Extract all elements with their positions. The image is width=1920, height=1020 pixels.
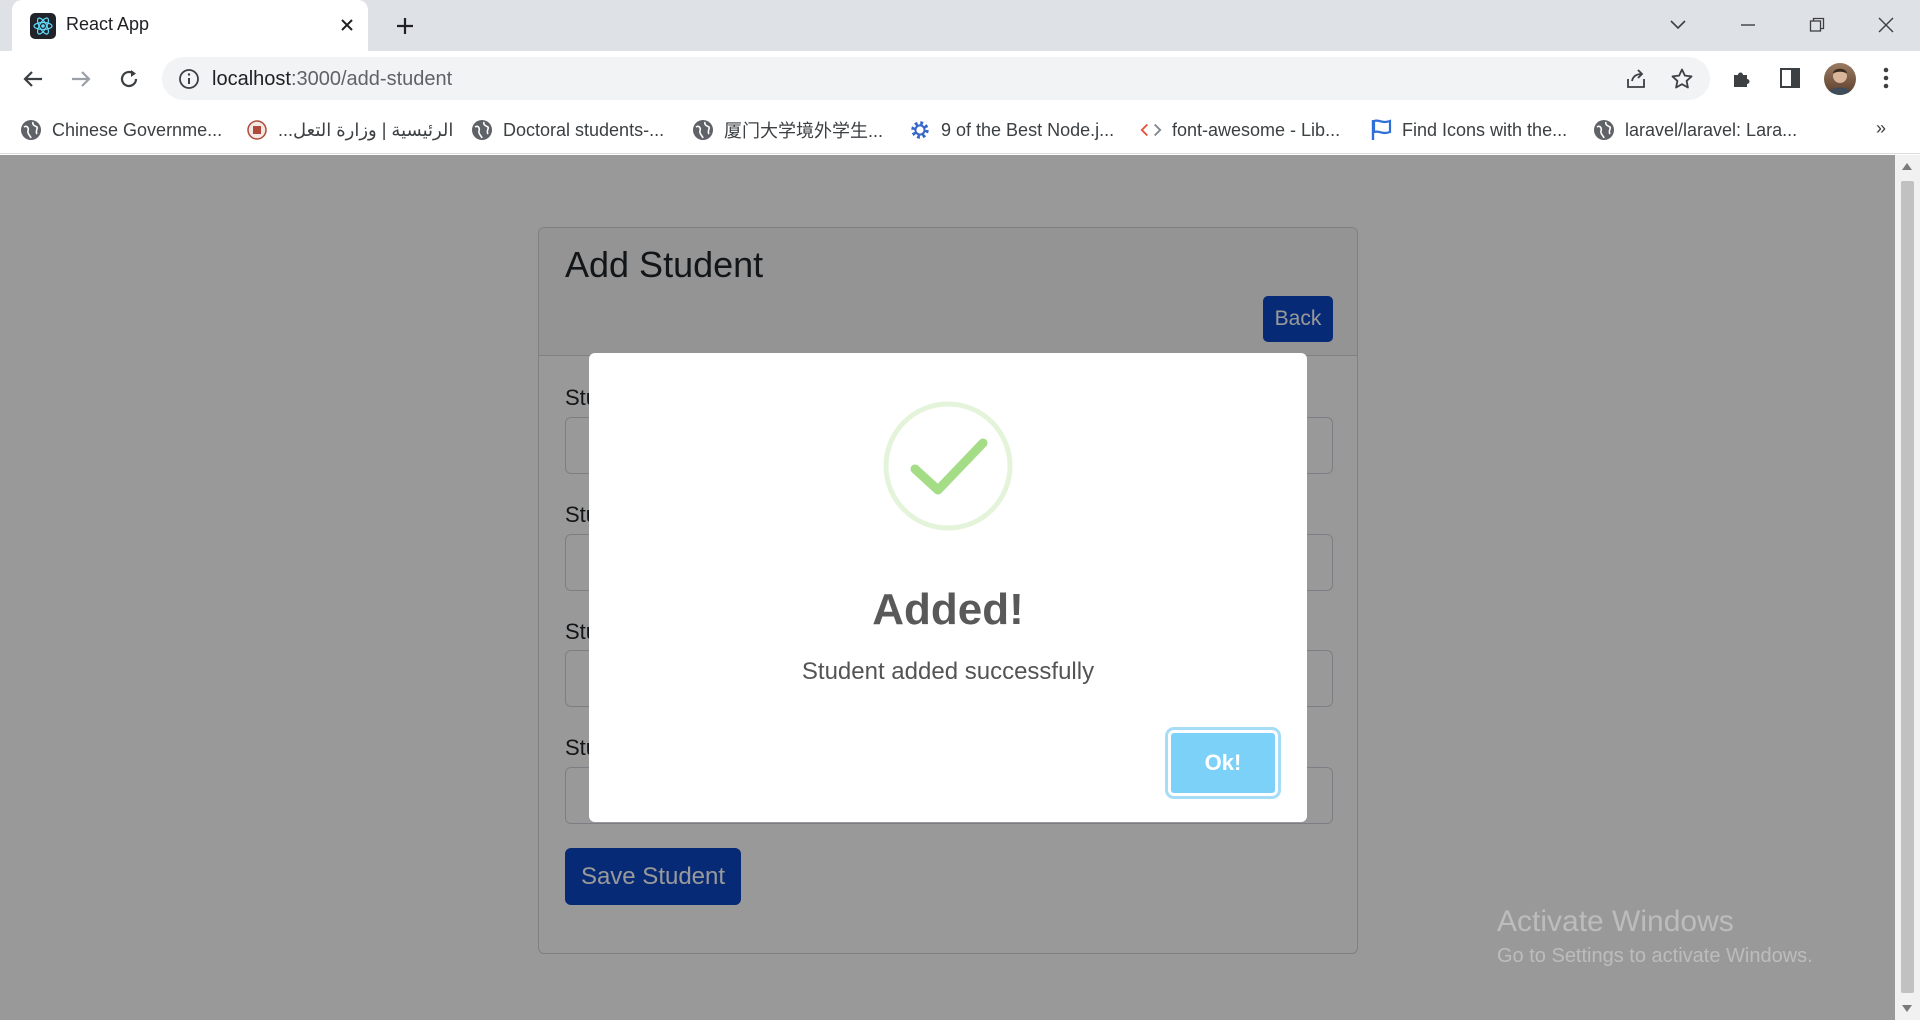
address-bar[interactable]: localhost:3000/add-student (162, 57, 1710, 100)
vertical-scrollbar[interactable] (1895, 155, 1920, 1020)
globe-icon (20, 119, 42, 141)
success-dialog: Added! Student added successfully Ok! (589, 353, 1307, 822)
forward-arrow-icon[interactable] (62, 60, 100, 98)
more-menu-icon[interactable] (1871, 63, 1901, 93)
react-logo-icon (30, 13, 56, 39)
watermark-title: Activate Windows (1497, 905, 1734, 938)
bookmark-item[interactable]: الرئيسية | وزارة التعل... (246, 114, 453, 146)
scroll-thumb[interactable] (1901, 181, 1914, 993)
back-arrow-icon[interactable] (14, 60, 52, 98)
globe-icon (471, 119, 493, 141)
flag-icon (1370, 119, 1392, 141)
activate-windows-watermark: Activate Windows Go to Settings to activ… (1497, 905, 1813, 968)
watermark-subtitle: Go to Settings to activate Windows. (1497, 945, 1813, 967)
scroll-down-arrow-icon[interactable] (1902, 1005, 1912, 1012)
browser-toolbar: localhost:3000/add-student (0, 51, 1920, 106)
bookmarks-overflow-button[interactable]: » (1876, 118, 1886, 139)
scroll-up-arrow-icon[interactable] (1902, 163, 1912, 170)
bookmark-item[interactable]: 9 of the Best Node.j... (909, 114, 1114, 146)
bookmark-item[interactable]: font-awesome - Lib... (1140, 114, 1340, 146)
site-info-icon[interactable] (176, 66, 202, 92)
globe-icon (1593, 119, 1615, 141)
page-viewport: Add Student Back Stu Stu Stu Stu Save St… (0, 155, 1895, 1020)
close-tab-icon[interactable] (332, 10, 362, 40)
bookmark-item[interactable]: Find Icons with the... (1370, 114, 1567, 146)
tab-search-chevron-icon[interactable] (1650, 4, 1706, 46)
bookmark-item[interactable]: Doctoral students-... (471, 114, 664, 146)
bookmark-item[interactable]: 厦门大学境外学生... (692, 114, 883, 146)
close-window-icon[interactable] (1858, 4, 1914, 46)
globe-icon (692, 119, 714, 141)
extensions-puzzle-icon[interactable] (1727, 63, 1757, 93)
reload-icon[interactable] (110, 60, 148, 98)
url-text: localhost:3000/add-student (212, 68, 453, 90)
bookmark-star-icon[interactable] (1668, 65, 1696, 93)
ministry-seal-icon (246, 119, 268, 141)
browser-tab[interactable]: React App (12, 0, 368, 51)
restore-icon[interactable] (1789, 4, 1845, 46)
dialog-message: Student added successfully (801, 658, 1095, 685)
code-icon (1140, 119, 1162, 141)
tab-title: React App (66, 14, 150, 34)
new-tab-icon[interactable] (387, 8, 423, 44)
success-check-icon (882, 400, 1014, 532)
bookmarks-bar: Chinese Governme... الرئيسية | وزارة الت… (0, 106, 1920, 154)
gear-icon (909, 119, 931, 141)
dialog-title: Added! (872, 585, 1024, 634)
profile-avatar[interactable] (1824, 63, 1856, 95)
side-panel-icon[interactable] (1775, 63, 1805, 93)
bookmark-item[interactable]: laravel/laravel: Lara... (1593, 114, 1797, 146)
tab-strip: React App (0, 0, 1920, 51)
share-icon[interactable] (1622, 65, 1650, 93)
bookmark-item[interactable]: Chinese Governme... (20, 114, 222, 146)
minimize-icon[interactable] (1720, 4, 1776, 46)
ok-button[interactable]: Ok! (1168, 730, 1278, 796)
